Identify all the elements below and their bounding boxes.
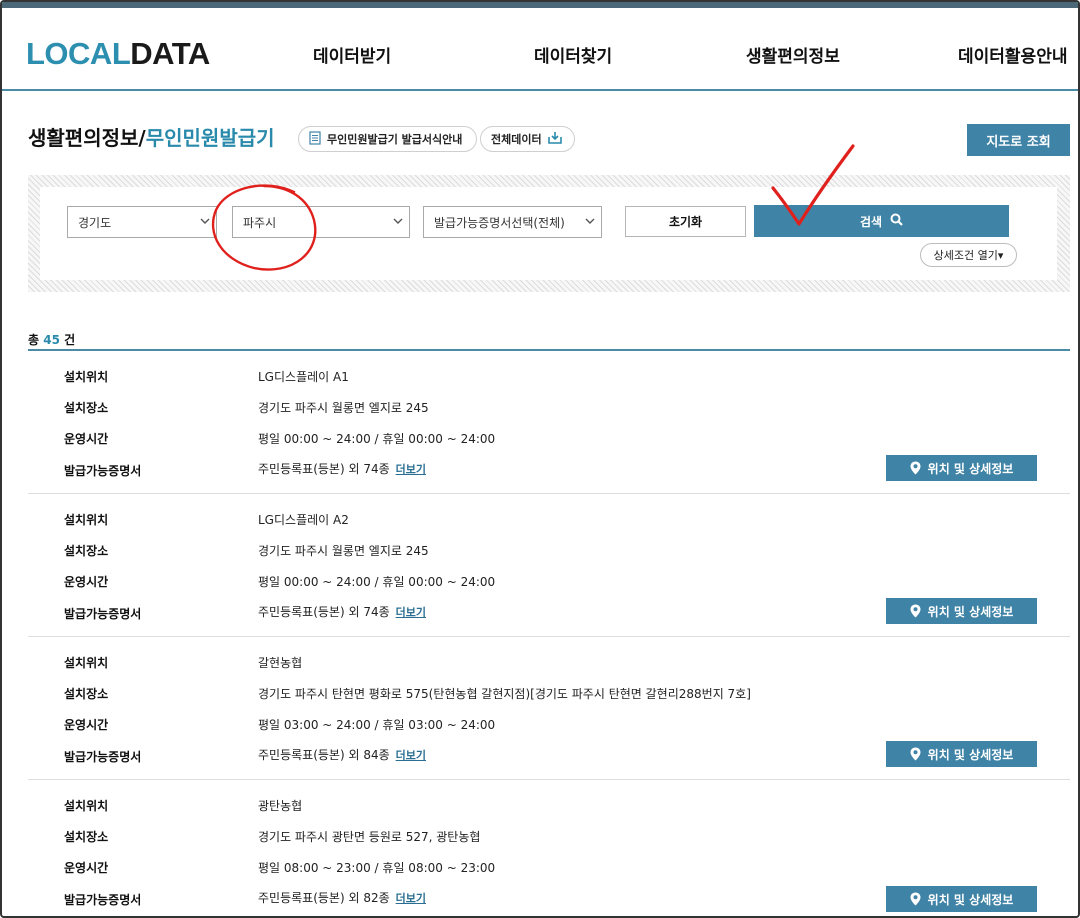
more-link[interactable]: 더보기 (396, 463, 426, 476)
certificate-select[interactable]: 발급가능증명서선택(전체) (423, 206, 602, 238)
page-title: 생활편의정보/무인민원발급기 (28, 122, 275, 151)
map-pin-icon (910, 747, 921, 761)
value-certs-text: 주민등록표(등본) 외 84종 (258, 748, 390, 762)
label-hours: 운영시간 (64, 718, 109, 732)
total-count: 45 (43, 333, 60, 347)
label-place: 설치장소 (64, 687, 109, 701)
location-detail-button[interactable]: 위치 및 상세정보 (886, 741, 1037, 767)
page-title-main: 생활편의정보/ (28, 126, 146, 150)
label-certs: 발급가능증명서 (64, 464, 142, 478)
chevron-down-icon (200, 215, 210, 228)
value-location: 갈현농협 (258, 656, 303, 670)
map-pin-icon (910, 461, 921, 475)
nav-data-download[interactable]: 데이터받기 (313, 42, 391, 67)
region-select-value: 경기도 (78, 215, 112, 230)
total-prefix: 총 (28, 333, 40, 347)
label-place: 설치장소 (64, 401, 109, 415)
value-hours: 평일 00:00 ~ 24:00 / 휴일 00:00 ~ 24:00 (258, 575, 496, 589)
logo-data: DATA (130, 36, 210, 71)
more-link[interactable]: 더보기 (396, 892, 426, 905)
value-certs-text: 주민등록표(등본) 외 82종 (258, 891, 390, 905)
label-location: 설치위치 (64, 799, 109, 813)
site-header: LOCALDATA 데이터받기 데이터찾기 생활편의정보 데이터활용안내 (2, 8, 1078, 91)
label-certs: 발급가능증명서 (64, 607, 142, 621)
map-pin-icon (910, 892, 921, 906)
document-icon (309, 130, 321, 148)
label-hours: 운영시간 (64, 432, 109, 446)
logo-local: LOCAL (26, 36, 131, 71)
map-view-button[interactable]: 지도로 조회 (967, 124, 1070, 156)
city-select[interactable]: 파주시 (232, 206, 410, 238)
search-button[interactable]: 검색 (754, 205, 1009, 237)
label-hours: 운영시간 (64, 861, 109, 875)
label-place: 설치장소 (64, 830, 109, 844)
result-record: 설치위치 광탄농협 설치장소 경기도 파주시 광탄면 등원로 527, 광탄농협 운… (28, 780, 1070, 916)
site-logo[interactable]: LOCALDATA (26, 36, 210, 72)
location-detail-label: 위치 및 상세정보 (927, 461, 1014, 476)
value-certs: 주민등록표(등본) 외 74종 더보기 (258, 460, 426, 477)
all-data-button[interactable]: 전체데이터 (480, 126, 575, 152)
map-pin-icon (910, 604, 921, 618)
value-place: 경기도 파주시 광탄면 등원로 527, 광탄농협 (258, 830, 481, 844)
value-location: LG디스플레이 A1 (258, 370, 349, 384)
location-detail-label: 위치 및 상세정보 (927, 747, 1014, 762)
value-certs: 주민등록표(등본) 외 82종 더보기 (258, 889, 426, 906)
more-link[interactable]: 더보기 (396, 606, 426, 619)
label-location: 설치위치 (64, 656, 109, 670)
result-record: 설치위치 갈현농협 설치장소 경기도 파주시 탄현면 평화로 575(탄현농협 갈현… (28, 637, 1070, 780)
search-button-label: 검색 (859, 214, 883, 229)
location-detail-button[interactable]: 위치 및 상세정보 (886, 886, 1037, 912)
value-place: 경기도 파주시 월롱면 엘지로 245 (258, 544, 429, 558)
location-detail-label: 위치 및 상세정보 (927, 892, 1014, 907)
value-location: LG디스플레이 A2 (258, 513, 349, 527)
page-title-accent: 무인민원발급기 (145, 126, 275, 150)
nav-data-guide[interactable]: 데이터활용안내 (958, 42, 1067, 67)
value-certs-text: 주민등록표(등본) 외 74종 (258, 605, 390, 619)
result-record: 설치위치 LG디스플레이 A2 설치장소 경기도 파주시 월롱면 엘지로 245 운… (28, 494, 1070, 637)
value-certs: 주민등록표(등본) 외 74종 더보기 (258, 603, 426, 620)
nav-data-search[interactable]: 데이터찾기 (534, 42, 612, 67)
guide-button[interactable]: 무인민원발급기 발급서식안내 (298, 126, 477, 152)
reset-button[interactable]: 초기화 (625, 206, 746, 237)
label-place: 설치장소 (64, 544, 109, 558)
chevron-down-icon (393, 215, 403, 228)
label-certs: 발급가능증명서 (64, 750, 142, 764)
location-detail-button[interactable]: 위치 및 상세정보 (886, 598, 1037, 624)
result-total: 총 45 건 (28, 331, 75, 348)
label-location: 설치위치 (64, 370, 109, 384)
chevron-down-icon (585, 215, 595, 228)
download-icon (547, 131, 562, 147)
value-certs-text: 주민등록표(등본) 외 74종 (258, 462, 390, 476)
city-select-value: 파주시 (243, 215, 277, 230)
location-detail-label: 위치 및 상세정보 (927, 604, 1014, 619)
guide-button-label: 무인민원발급기 발급서식안내 (327, 133, 463, 146)
label-location: 설치위치 (64, 513, 109, 527)
label-hours: 운영시간 (64, 575, 109, 589)
more-link[interactable]: 더보기 (396, 749, 426, 762)
location-detail-button[interactable]: 위치 및 상세정보 (886, 455, 1037, 481)
detail-conditions-toggle[interactable]: 상세조건 열기▾ (920, 243, 1017, 267)
value-hours: 평일 00:00 ~ 24:00 / 휴일 00:00 ~ 24:00 (258, 432, 496, 446)
result-record: 설치위치 LG디스플레이 A1 설치장소 경기도 파주시 월롱면 엘지로 245 운… (28, 351, 1070, 494)
value-location: 광탄농협 (258, 799, 303, 813)
total-suffix: 건 (64, 333, 76, 347)
nav-living-info[interactable]: 생활편의정보 (746, 42, 840, 67)
value-hours: 평일 03:00 ~ 24:00 / 휴일 03:00 ~ 24:00 (258, 718, 496, 732)
label-certs: 발급가능증명서 (64, 893, 142, 907)
browser-frame: LOCALDATA 데이터받기 데이터찾기 생활편의정보 데이터활용안내 생활편… (0, 0, 1080, 918)
value-hours: 평일 08:00 ~ 23:00 / 휴일 08:00 ~ 23:00 (258, 861, 496, 875)
value-place: 경기도 파주시 월롱면 엘지로 245 (258, 401, 429, 415)
value-certs: 주민등록표(등본) 외 84종 더보기 (258, 746, 426, 763)
search-icon (890, 213, 903, 230)
certificate-select-value: 발급가능증명서선택(전체) (434, 215, 565, 230)
region-select[interactable]: 경기도 (67, 206, 217, 238)
value-place: 경기도 파주시 탄현면 평화로 575(탄현농협 갈현지점)[경기도 파주시 탄… (258, 687, 751, 701)
all-data-label: 전체데이터 (491, 133, 542, 146)
